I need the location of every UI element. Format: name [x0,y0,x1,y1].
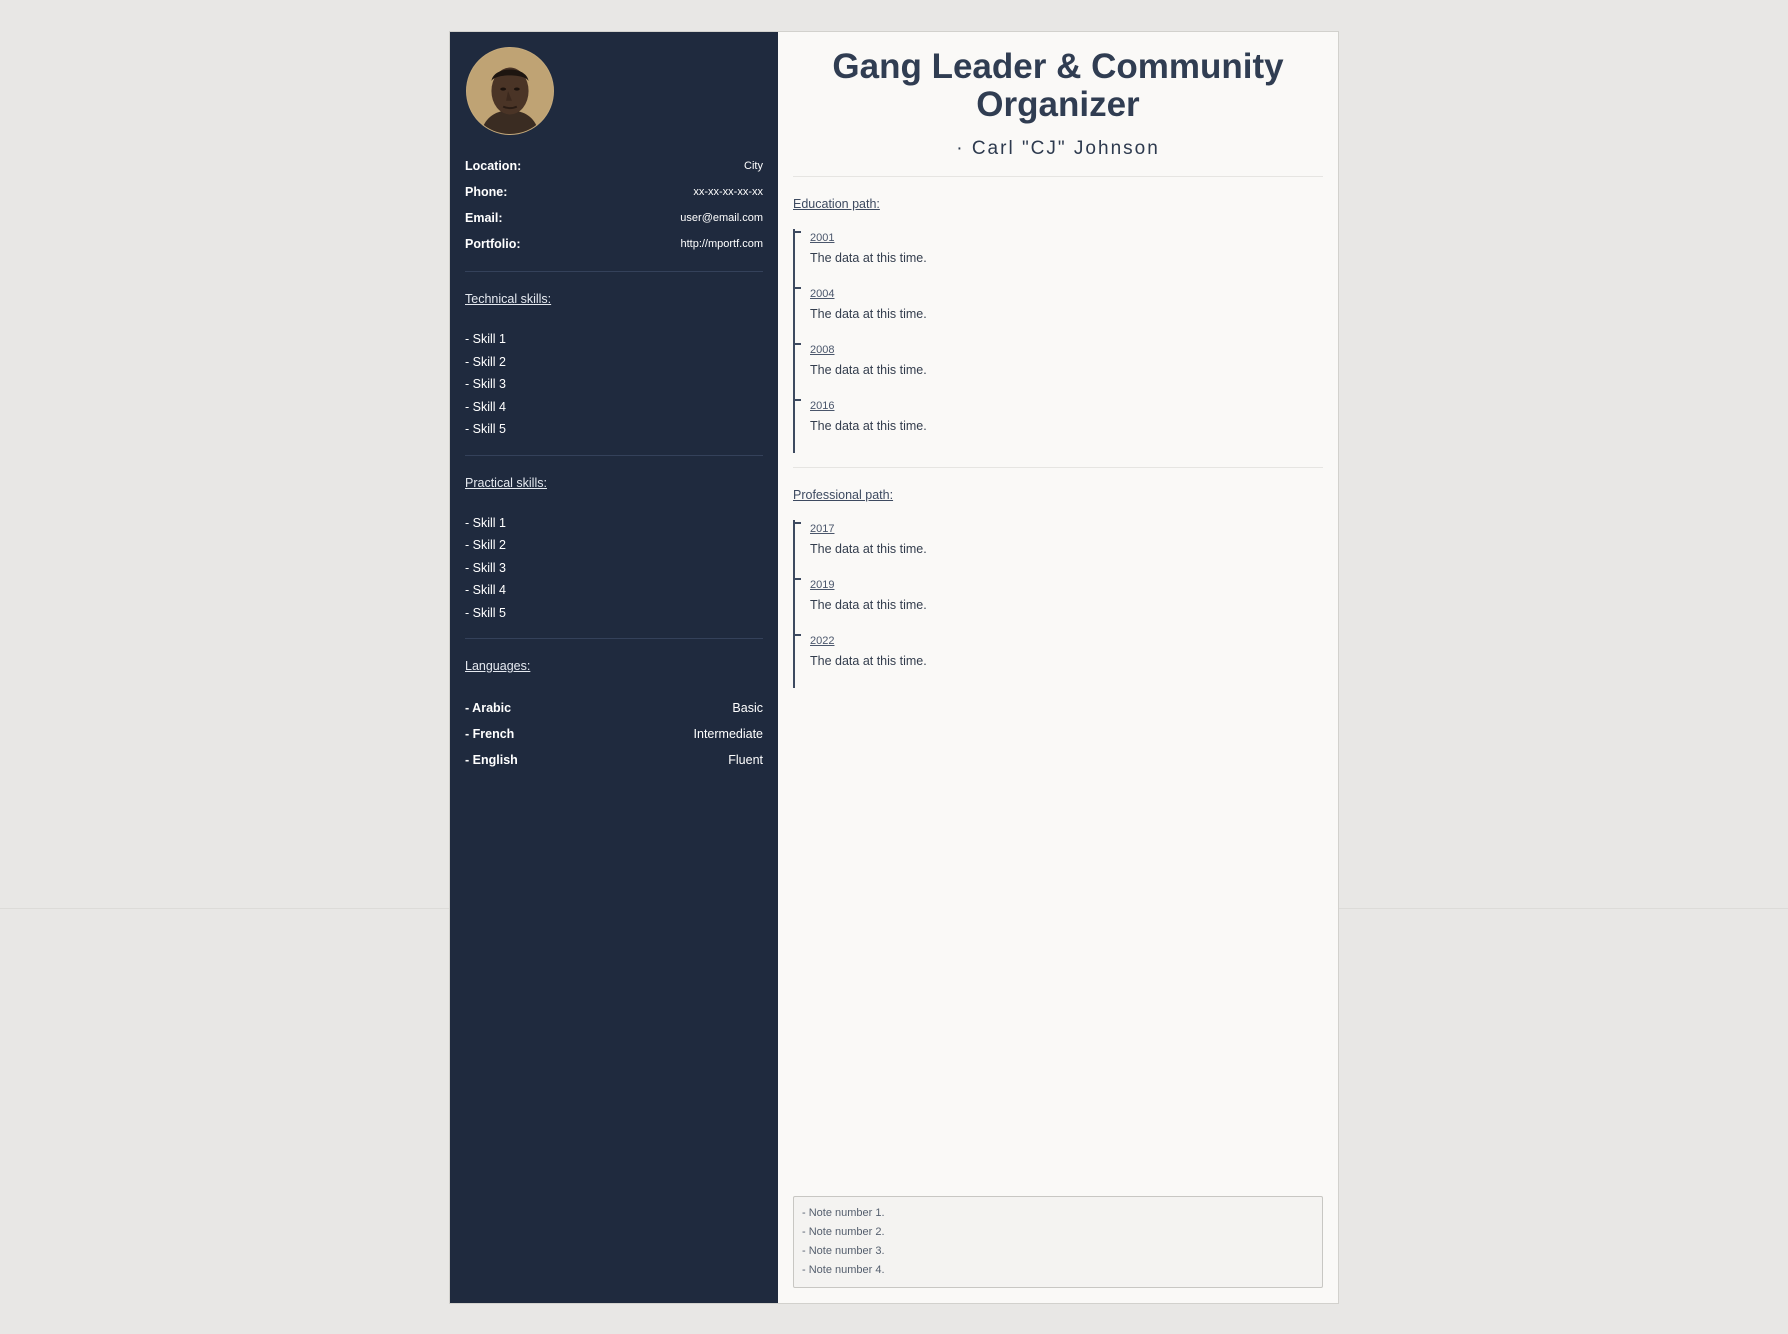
skill-item: - Skill 3 [465,560,506,575]
contact-location: Location: City [465,153,763,179]
timeline-year: 2004 [810,288,835,300]
skill-item: - Skill 4 [465,399,506,414]
skill-item: - Skill 2 [465,354,506,369]
header-divider [793,176,1323,177]
timeline-text: The data at this time. [810,654,927,668]
education-title: Education path: [793,197,880,211]
timeline-item: 2016 The data at this time. [793,397,1323,453]
languages-list: - Arabic Basic - French Intermediate - E… [465,695,763,773]
timeline-text: The data at this time. [810,363,927,377]
note-item: - Note number 2. [802,1226,885,1238]
timeline-year: 2022 [810,635,835,647]
contact-phone: Phone: xx-xx-xx-xx-xx [465,179,763,205]
timeline-year: 2008 [810,344,835,356]
timeline-item: 2017 The data at this time. [793,520,1323,576]
language-level: Fluent [728,753,763,767]
job-title-line2: Organizer [976,85,1140,124]
timeline-year: 2001 [810,232,835,244]
timeline-text: The data at this time. [810,542,927,556]
contact-value: xx-xx-xx-xx-xx [693,186,763,198]
timeline-text: The data at this time. [810,598,927,612]
resume-page: Location: City Phone: xx-xx-xx-xx-xx Ema… [449,31,1339,1304]
language-name: - French [465,727,515,741]
profile-photo-icon [467,48,553,134]
timeline-item: 2001 The data at this time. [793,229,1323,285]
sidebar: Location: City Phone: xx-xx-xx-xx-xx Ema… [450,32,778,1303]
job-title-line1: Gang Leader & Community [832,47,1284,86]
timeline-text: The data at this time. [810,251,927,265]
language-name: - Arabic [465,701,512,715]
sidebar-divider [465,454,763,456]
timeline-text: The data at this time. [810,419,927,433]
skill-item: - Skill 3 [465,377,506,391]
skill-item: - Skill 2 [465,538,506,552]
language-item: - Arabic Basic [465,695,763,721]
contact-label: Email: [465,211,503,225]
timeline-item: 2008 The data at this time. [793,341,1323,397]
job-title: Gang Leader & Community Organizer [793,48,1323,124]
timeline-item: 2019 The data at this time. [793,576,1323,632]
contact-label: Phone: [465,185,508,199]
contact-info: Location: City Phone: xx-xx-xx-xx-xx Ema… [465,153,763,257]
practical-skills-title: Practical skills: [465,475,547,490]
timeline-year: 2016 [810,400,835,412]
avatar [466,47,554,135]
language-level: Basic [732,701,763,715]
practical-skills-list: - Skill 1 - Skill 2 - Skill 3 - Skill 4 … [465,512,763,625]
skill-item: - Skill 1 [465,515,506,530]
contact-label: Portfolio: [465,237,521,251]
language-level: Intermediate [693,727,763,741]
timeline-item: 2022 The data at this time. [793,632,1323,688]
skill-item: - Skill 4 [465,583,506,597]
skill-item: - Skill 1 [465,332,506,346]
contact-value[interactable]: user@email.com [680,212,763,224]
contact-email: Email: user@email.com [465,205,763,231]
note-item: - Note number 4. [802,1264,885,1276]
languages-title: Languages: [465,659,531,673]
technical-skills-title: Technical skills: [465,292,552,306]
timeline-year: 2017 [810,523,835,535]
language-name: - English [465,753,518,767]
language-item: - French Intermediate [465,721,763,747]
contact-portfolio: Portfolio: http://mportf.com [465,231,763,257]
notes-box: - Note number 1. - Note number 2. - Note… [793,1196,1323,1288]
timeline-item: 2004 The data at this time. [793,285,1323,341]
contact-value: City [744,160,763,172]
main-content: Gang Leader & Community Organizer · Carl… [778,32,1338,1303]
sidebar-divider [465,271,763,272]
sidebar-divider [465,638,763,639]
timeline-year: 2019 [810,579,835,591]
note-item: - Note number 1. [802,1207,885,1219]
note-item: - Note number 3. [802,1245,885,1257]
contact-label: Location: [465,159,522,173]
professional-timeline: 2017 The data at this time. 2019 The dat… [793,520,1323,688]
contact-value[interactable]: http://mportf.com [680,238,763,250]
section-divider [793,467,1323,468]
technical-skills-list: - Skill 1 - Skill 2 - Skill 3 - Skill 4 … [465,328,763,441]
education-timeline: 2001 The data at this time. 2004 The dat… [793,229,1323,453]
professional-title: Professional path: [793,488,894,502]
timeline-text: The data at this time. [810,307,927,321]
person-name: · Carl "CJ" Johnson [956,138,1160,159]
skill-item: - Skill 5 [465,605,506,620]
skill-item: - Skill 5 [465,422,506,436]
language-item: - English Fluent [465,747,763,773]
